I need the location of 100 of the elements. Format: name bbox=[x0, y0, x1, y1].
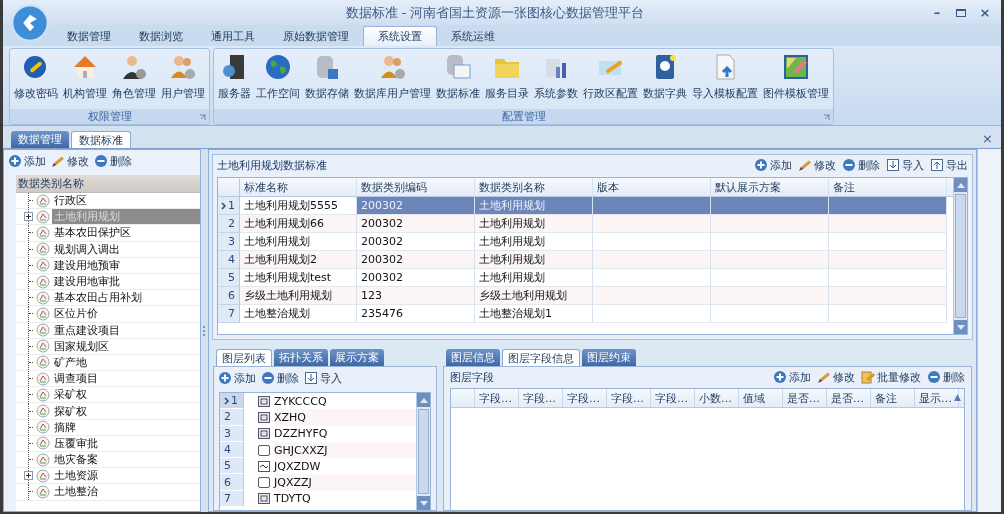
column-header[interactable]: 备注 bbox=[871, 389, 915, 407]
column-header[interactable]: 标准名称 bbox=[240, 178, 357, 196]
column-header[interactable]: 字段… bbox=[519, 389, 563, 407]
tree-item[interactable]: 建设用地审批 bbox=[52, 274, 200, 290]
column-header[interactable]: 字段… bbox=[651, 389, 695, 407]
ribbon-tab[interactable]: 数据浏览 bbox=[125, 26, 197, 46]
ribbon-tab[interactable]: 数据管理 bbox=[53, 26, 125, 46]
edit-button[interactable]: 修改 bbox=[798, 156, 836, 174]
import-button[interactable]: 导入 bbox=[886, 156, 924, 174]
dialog-launcher-icon[interactable] bbox=[823, 114, 830, 121]
tree-item[interactable]: 基本农田保护区 bbox=[52, 225, 200, 241]
tree-item[interactable]: 建设用地预审 bbox=[52, 257, 200, 273]
tree-item[interactable]: 摘牌 bbox=[52, 419, 200, 435]
tree-item[interactable]: 行政区 bbox=[52, 193, 200, 209]
tree-item[interactable]: 土地资源 bbox=[52, 468, 200, 484]
app-logo-icon[interactable] bbox=[11, 4, 49, 42]
panel-tab[interactable]: 图层信息 bbox=[446, 349, 500, 366]
export-button[interactable]: 导出 bbox=[930, 156, 968, 174]
scroll-thumb[interactable] bbox=[418, 409, 429, 494]
delete-button[interactable]: 删除 bbox=[842, 156, 880, 174]
import-button[interactable]: 导入 bbox=[304, 369, 342, 387]
batch-edit-button[interactable]: 批量修改 bbox=[861, 368, 921, 386]
row-number: 3 bbox=[228, 235, 235, 248]
add-button[interactable]: 添加 bbox=[754, 156, 792, 174]
column-header[interactable]: 是否… bbox=[783, 389, 827, 407]
table-cell: 土地利用规划5555 bbox=[240, 197, 357, 215]
ribbon-button[interactable]: 用户管理 bbox=[159, 52, 207, 109]
edit-button[interactable]: 修改 bbox=[817, 368, 855, 386]
column-header[interactable]: 值域 bbox=[739, 389, 783, 407]
ribbon-button[interactable]: 行政区配置 bbox=[581, 52, 640, 109]
minimize-button[interactable]: – bbox=[927, 3, 947, 22]
ribbon-button[interactable]: 工作空间 bbox=[254, 52, 302, 109]
plus-icon bbox=[218, 371, 232, 385]
edit-button[interactable]: 修改 bbox=[51, 152, 89, 170]
expand-icon[interactable] bbox=[24, 212, 33, 222]
delete-button[interactable]: 删除 bbox=[94, 152, 132, 170]
ribbon-button[interactable]: 数据标准 bbox=[434, 52, 482, 109]
scroll-down-icon[interactable] bbox=[419, 500, 428, 506]
tree-item[interactable]: 国家规划区 bbox=[52, 338, 200, 354]
ribbon-button[interactable]: 角色管理 bbox=[110, 52, 158, 109]
tree-item[interactable]: 采矿权 bbox=[52, 387, 200, 403]
add-button[interactable]: 添加 bbox=[8, 152, 46, 170]
column-header[interactable]: 数据类别名称 bbox=[475, 178, 593, 196]
scroll-up-icon[interactable] bbox=[956, 182, 965, 188]
delete-button[interactable]: 删除 bbox=[261, 369, 299, 387]
scroll-up-icon[interactable] bbox=[419, 397, 428, 403]
tree-item[interactable]: 矿产地 bbox=[52, 354, 200, 370]
scroll-thumb[interactable] bbox=[955, 194, 966, 318]
column-header[interactable]: 默认展示方案 bbox=[711, 178, 829, 196]
column-header[interactable]: 字段… bbox=[475, 389, 519, 407]
tree-item[interactable]: 重点建设项目 bbox=[52, 322, 200, 338]
column-header[interactable]: 备注 bbox=[829, 178, 947, 196]
tree-item[interactable]: 基本农田占用补划 bbox=[52, 290, 200, 306]
ribbon-tab[interactable]: 通用工具 bbox=[197, 26, 269, 46]
add-button[interactable]: 添加 bbox=[773, 368, 811, 386]
column-header[interactable]: 版本 bbox=[593, 178, 711, 196]
ribbon-button[interactable]: 修改密码 bbox=[12, 52, 60, 109]
close-button[interactable]: × bbox=[975, 3, 995, 22]
document-tab[interactable]: 数据标准 bbox=[71, 131, 131, 148]
tree-item[interactable]: 调查项目 bbox=[52, 371, 200, 387]
tree-item[interactable]: 土地整治 bbox=[52, 484, 200, 500]
ribbon-button[interactable]: 数据存储 bbox=[303, 52, 351, 109]
expand-icon[interactable] bbox=[24, 471, 33, 481]
panel-tab[interactable]: 图层字段信息 bbox=[502, 349, 580, 366]
tree-item[interactable]: 探矿权 bbox=[52, 403, 200, 419]
ribbon-button[interactable]: 数据库用户管理 bbox=[352, 52, 433, 109]
column-header[interactable]: 数据类别编码 bbox=[357, 178, 475, 196]
column-header[interactable]: 字段… bbox=[563, 389, 607, 407]
ribbon-button[interactable]: 数据字典 bbox=[641, 52, 689, 109]
tree-item[interactable]: 压覆审批 bbox=[52, 435, 200, 451]
row-number: 6 bbox=[228, 289, 235, 302]
panel-tab[interactable]: 图层列表 bbox=[216, 349, 272, 366]
tree-item[interactable]: 地灾备案 bbox=[52, 452, 200, 468]
panel-tab[interactable]: 展示方案 bbox=[330, 349, 384, 366]
ribbon-button[interactable]: 服务目录 bbox=[483, 52, 531, 109]
panel-tab[interactable]: 图层约束 bbox=[582, 349, 636, 366]
scrollbar[interactable] bbox=[416, 393, 430, 510]
document-tab[interactable]: 数据管理 bbox=[11, 131, 69, 148]
close-tab-button[interactable]: × bbox=[974, 131, 1001, 148]
ribbon-button[interactable]: 导入模板配置 bbox=[690, 52, 760, 109]
delete-button[interactable]: 删除 bbox=[927, 368, 965, 386]
scrollbar[interactable] bbox=[953, 178, 967, 334]
dialog-launcher-icon[interactable] bbox=[199, 114, 206, 121]
column-header[interactable]: 字段… bbox=[607, 389, 651, 407]
ribbon-button[interactable]: 服务器 bbox=[216, 52, 253, 109]
ribbon-tab[interactable]: 系统运维 bbox=[437, 26, 509, 46]
people-gear-icon bbox=[378, 53, 407, 81]
column-header[interactable]: 是否… bbox=[827, 389, 871, 407]
panel-tab[interactable]: 拓扑关系 bbox=[274, 349, 328, 366]
ribbon-button[interactable]: 图件模板管理 bbox=[761, 52, 831, 109]
ribbon-tab[interactable]: 系统设置 bbox=[363, 26, 437, 46]
ribbon-tab[interactable]: 原始数据管理 bbox=[269, 26, 363, 46]
scroll-down-icon[interactable] bbox=[956, 324, 965, 330]
ribbon-button[interactable]: 机构管理 bbox=[61, 52, 109, 109]
ribbon-button[interactable]: 系统参数 bbox=[532, 52, 580, 109]
add-button[interactable]: 添加 bbox=[218, 369, 256, 387]
polygon-layer-icon bbox=[258, 411, 270, 423]
tree-item[interactable]: 区位片价 bbox=[52, 306, 200, 322]
tree-item[interactable]: 规划调入调出 bbox=[52, 241, 200, 257]
column-header[interactable]: 小数… bbox=[695, 389, 739, 407]
